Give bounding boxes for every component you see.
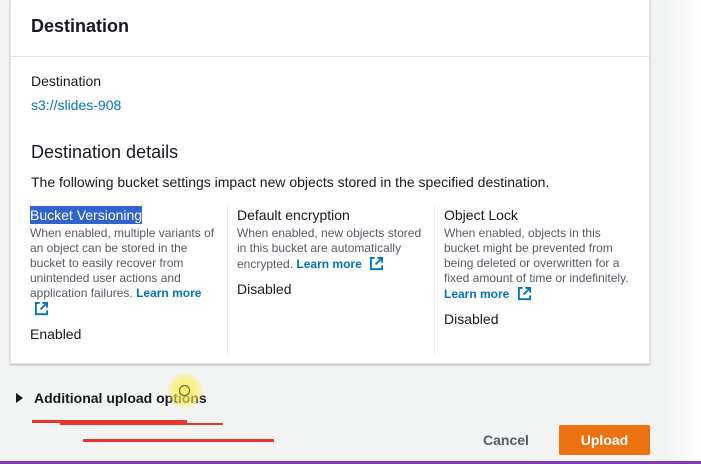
destination-details-description: The following bucket settings impact new… [31,174,550,190]
learn-more-label: Learn more [444,287,510,301]
setting-status: Disabled [444,311,499,327]
page-background [665,0,701,464]
setting-description-text: When enabled, objects in this bucket mig… [444,226,629,285]
cursor-icon [179,385,190,396]
panel-header: Destination [11,0,649,57]
setting-bucket-versioning: Bucket Versioning When enabled, multiple… [30,206,220,354]
column-divider [227,206,228,354]
upload-button[interactable]: Upload [559,425,650,455]
learn-more-label: Learn more [136,286,202,300]
column-divider [434,206,435,354]
caret-right-icon [16,393,23,403]
destination-details-title: Destination details [31,142,179,162]
setting-title: Bucket Versioning [30,206,143,224]
setting-status: Enabled [30,326,82,342]
setting-default-encryption: Default encryption When enabled, new obj… [237,206,427,354]
setting-description: When enabled, multiple variants of an ob… [30,226,220,320]
external-link-icon [517,286,532,305]
destination-link[interactable]: s3://slides-908 [31,97,121,113]
learn-more-link[interactable]: Learn more [444,286,532,301]
destination-label: Destination [31,73,102,89]
learn-more-link[interactable]: Learn more [296,256,384,271]
annotation-underline [83,439,274,442]
setting-description: When enabled, objects in this bucket mig… [444,226,634,305]
panel-title: Destination [31,16,130,36]
setting-title: Default encryption [237,207,350,223]
setting-status: Disabled [237,281,292,297]
setting-title: Object Lock [444,207,518,223]
setting-object-lock: Object Lock When enabled, objects in thi… [444,206,634,354]
cancel-button[interactable]: Cancel [470,425,542,455]
learn-more-label: Learn more [296,257,362,271]
destination-panel: Destination Destination s3://slides-908 … [10,0,650,364]
annotation-underline [60,423,223,425]
external-link-icon [369,256,384,275]
setting-description: When enabled, new objects stored in this… [237,226,427,275]
external-link-icon [34,301,49,320]
